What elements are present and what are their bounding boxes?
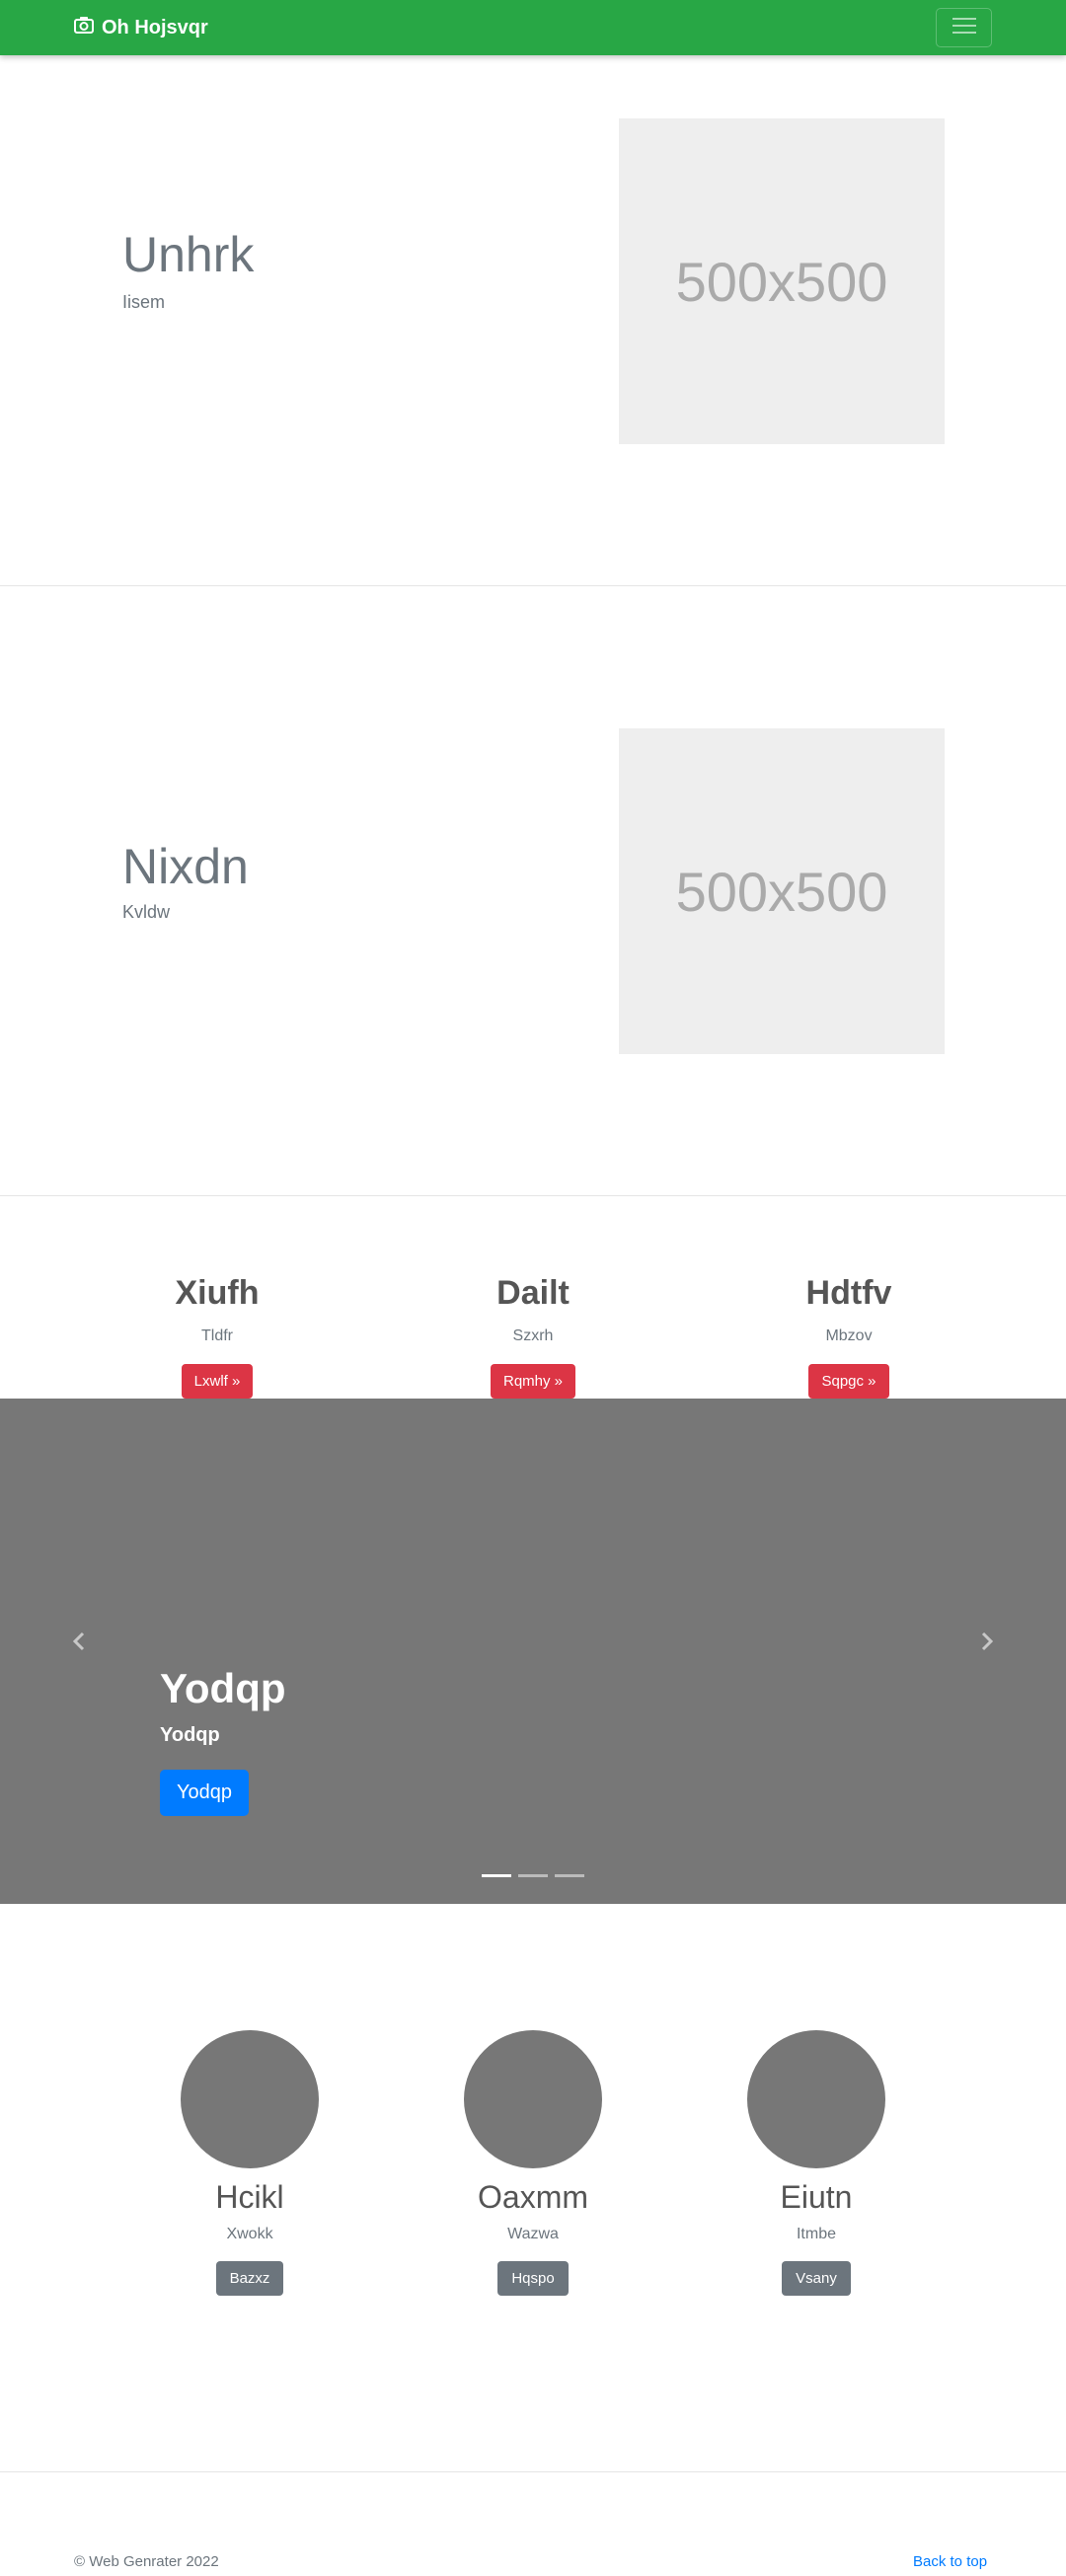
back-to-top-link[interactable]: Back to top <box>913 2553 987 2570</box>
team-member-1: Hcikl Xwokk Bazxz <box>141 2030 358 2296</box>
navbar: Oh Hojsvqr <box>0 0 1066 55</box>
divider <box>0 1195 1066 1196</box>
carousel-caption-button[interactable]: Yodqp <box>160 1770 249 1816</box>
carousel-indicator-2[interactable] <box>518 1874 548 1877</box>
carousel-caption-subtitle: Yodqp <box>160 1724 220 1746</box>
member-text: Xwokk <box>226 2226 273 2242</box>
feature-title: Nixdn <box>122 839 249 894</box>
camera-icon <box>74 16 102 39</box>
avatar <box>464 2030 602 2168</box>
carousel-indicators <box>482 1874 584 1877</box>
column-heading: Hdtfv <box>805 1274 892 1312</box>
navbar-toggler-button[interactable] <box>936 8 992 47</box>
chevron-left-icon <box>71 1630 87 1657</box>
member-button[interactable]: Hqspo <box>497 2261 569 2296</box>
carousel-prev-button[interactable] <box>59 1624 99 1663</box>
brand-link[interactable]: Oh Hojsvqr <box>74 0 208 55</box>
column-text: Tldfr <box>201 1327 233 1344</box>
feature-title: Unhrk <box>122 227 255 282</box>
member-name: Oaxmm <box>478 2179 588 2215</box>
member-name: Hcikl <box>215 2179 284 2215</box>
carousel-caption-title: Yodqp <box>160 1665 286 1711</box>
team-member-2: Oaxmm Wazwa Hqspo <box>424 2030 642 2296</box>
column-heading: Dailt <box>496 1274 570 1312</box>
feature-section-2: Nixdn Kvldw 500x500 <box>0 586 1066 1195</box>
divider <box>0 2471 1066 2472</box>
placeholder-label: 500x500 <box>675 860 888 923</box>
column-button[interactable]: Sqpgc » <box>808 1364 889 1399</box>
chevron-right-icon <box>979 1630 995 1657</box>
member-text: Itmbe <box>796 2226 836 2242</box>
column-button[interactable]: Rqmhy » <box>490 1364 576 1399</box>
column-text: Mbzov <box>825 1327 873 1344</box>
column-text: Szxrh <box>512 1327 554 1344</box>
column-3: Hdtfv Mbzov Sqpgc » <box>701 1273 997 1399</box>
carousel-indicator-1[interactable] <box>482 1874 511 1877</box>
placeholder-image: 500x500 <box>619 118 945 444</box>
feature-section-1: Unhrk Iisem 500x500 <box>0 55 1066 585</box>
placeholder-label: 500x500 <box>675 250 888 313</box>
hamburger-menu-icon <box>951 15 978 41</box>
brand-name: Oh Hojsvqr <box>102 16 208 38</box>
team-member-3: Eiutn Itmbe Vsany <box>708 2030 925 2296</box>
avatar <box>181 2030 319 2168</box>
footer-copyright: © Web Genrater 2022 <box>74 2553 219 2570</box>
avatar <box>747 2030 885 2168</box>
column-heading: Xiufh <box>175 1274 260 1312</box>
carousel-indicator-3[interactable] <box>555 1874 584 1877</box>
member-button[interactable]: Bazxz <box>215 2261 284 2296</box>
column-button[interactable]: Lxwlf » <box>181 1364 254 1399</box>
carousel: Yodqp Yodqp Yodqp <box>0 1399 1066 1904</box>
member-button[interactable]: Vsany <box>782 2261 851 2296</box>
feature-subtitle: Iisem <box>122 292 166 312</box>
member-name: Eiutn <box>780 2179 853 2215</box>
column-2: Dailt Szxrh Rqmhy » <box>385 1273 681 1399</box>
column-1: Xiufh Tldfr Lxwlf » <box>69 1273 365 1399</box>
placeholder-image: 500x500 <box>619 728 945 1054</box>
feature-subtitle: Kvldw <box>122 902 171 922</box>
member-text: Wazwa <box>507 2226 559 2242</box>
carousel-next-button[interactable] <box>967 1624 1007 1663</box>
